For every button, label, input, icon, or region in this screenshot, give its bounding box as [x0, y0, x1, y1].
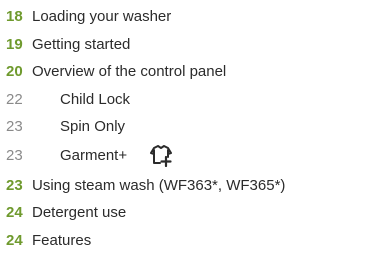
toc-page-number: 19 [6, 36, 23, 53]
toc-entry-title: Loading your washer [32, 8, 172, 25]
toc-page-number: 24 [6, 232, 23, 249]
toc-entry-title: Getting started [32, 36, 131, 53]
toc-page-number: 22 [6, 91, 23, 108]
toc-subentry-garment-plus[interactable]: 23 Garment+ [0, 145, 200, 167]
toc-page-number: 20 [6, 63, 23, 80]
toc-entry-title: Overview of the control panel [32, 63, 227, 80]
toc-entry-title: Detergent use [32, 204, 127, 221]
toc-page-number: 23 [6, 118, 23, 135]
toc-entry-title: Spin Only [60, 118, 126, 135]
toc-page-number: 23 [6, 177, 23, 194]
table-of-contents: 18 Loading your washer 19 Getting starte… [0, 0, 389, 269]
toc-entry-title: Features [32, 232, 92, 249]
toc-page-number: 24 [6, 204, 23, 221]
toc-entry-title: Using steam wash (WF363*, WF365*) [32, 177, 286, 194]
garment-plus-icon [150, 145, 172, 167]
toc-entry-title: Child Lock [60, 91, 131, 108]
toc-entry-title: Garment+ [60, 147, 128, 164]
toc-page-number: 18 [6, 8, 23, 25]
toc-page-number: 23 [6, 147, 23, 164]
